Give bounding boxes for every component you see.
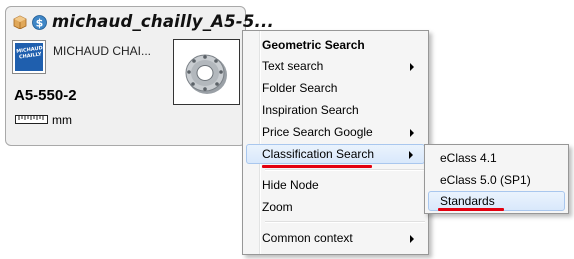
annotation-underline	[438, 208, 504, 211]
menu-item-classification-search[interactable]: Classification Search	[246, 144, 425, 164]
menu-item-common-context[interactable]: Common context	[246, 228, 425, 248]
submenu-arrow-icon	[410, 63, 414, 71]
menu-item-folder-search[interactable]: Folder Search	[246, 78, 425, 98]
svg-text:$: $	[36, 17, 44, 30]
menu-item-label: Price Search Google	[262, 125, 373, 139]
menu-item-price-search-google[interactable]: Price Search Google	[246, 122, 425, 142]
locking-device-icon	[185, 54, 227, 94]
context-menu: Geometric Search Text search Folder Sear…	[242, 30, 429, 255]
node-title[interactable]: michaud_chailly_A5-5...	[52, 12, 274, 31]
menu-item-label: Geometric Search	[262, 38, 365, 52]
submenu-item-label: eClass 5.0 (SP1)	[440, 173, 531, 187]
product-node[interactable]: $ michaud_chailly_A5-5... MICHAUD CHAILL…	[5, 6, 274, 146]
part-number: A5-550-2	[14, 87, 77, 104]
node-header: $ michaud_chailly_A5-5...	[11, 11, 274, 33]
manufacturer-logo: MICHAUD CHAILLY	[12, 40, 46, 74]
ruler-icon	[15, 115, 48, 124]
menu-item-inspiration-search[interactable]: Inspiration Search	[246, 100, 425, 120]
package-icon	[13, 15, 27, 29]
menu-item-label: Classification Search	[262, 147, 375, 161]
menu-item-label: Zoom	[262, 200, 293, 214]
submenu-arrow-icon	[410, 235, 414, 243]
part-preview-image[interactable]	[173, 39, 240, 105]
submenu-item-label: eClass 4.1	[440, 151, 497, 165]
dollar-icon[interactable]: $	[32, 15, 47, 30]
submenu-item-eclass-4-1[interactable]: eClass 4.1	[428, 148, 565, 168]
unit-label: mm	[52, 113, 72, 127]
menu-separator	[265, 221, 425, 223]
submenu-item-eclass-5-0[interactable]: eClass 5.0 (SP1)	[428, 170, 565, 190]
annotation-underline	[262, 165, 372, 168]
menu-item-hide-node[interactable]: Hide Node	[246, 175, 425, 195]
manufacturer-name: MICHAUD CHAI...	[53, 44, 152, 58]
menu-item-geometric-search[interactable]: Geometric Search	[246, 35, 425, 55]
menu-separator	[265, 169, 425, 171]
menu-item-label: Text search	[262, 59, 324, 73]
menu-item-text-search[interactable]: Text search	[246, 56, 425, 76]
menu-item-label: Inspiration Search	[262, 103, 359, 117]
menu-item-label: Folder Search	[262, 81, 338, 95]
classification-submenu: eClass 4.1 eClass 5.0 (SP1) Standards	[424, 144, 569, 214]
menu-item-zoom[interactable]: Zoom	[246, 197, 425, 217]
submenu-arrow-icon	[409, 151, 413, 159]
menu-item-label: Hide Node	[262, 178, 319, 192]
submenu-item-label: Standards	[440, 194, 495, 208]
submenu-arrow-icon	[410, 129, 414, 137]
menu-item-label: Common context	[262, 231, 353, 245]
